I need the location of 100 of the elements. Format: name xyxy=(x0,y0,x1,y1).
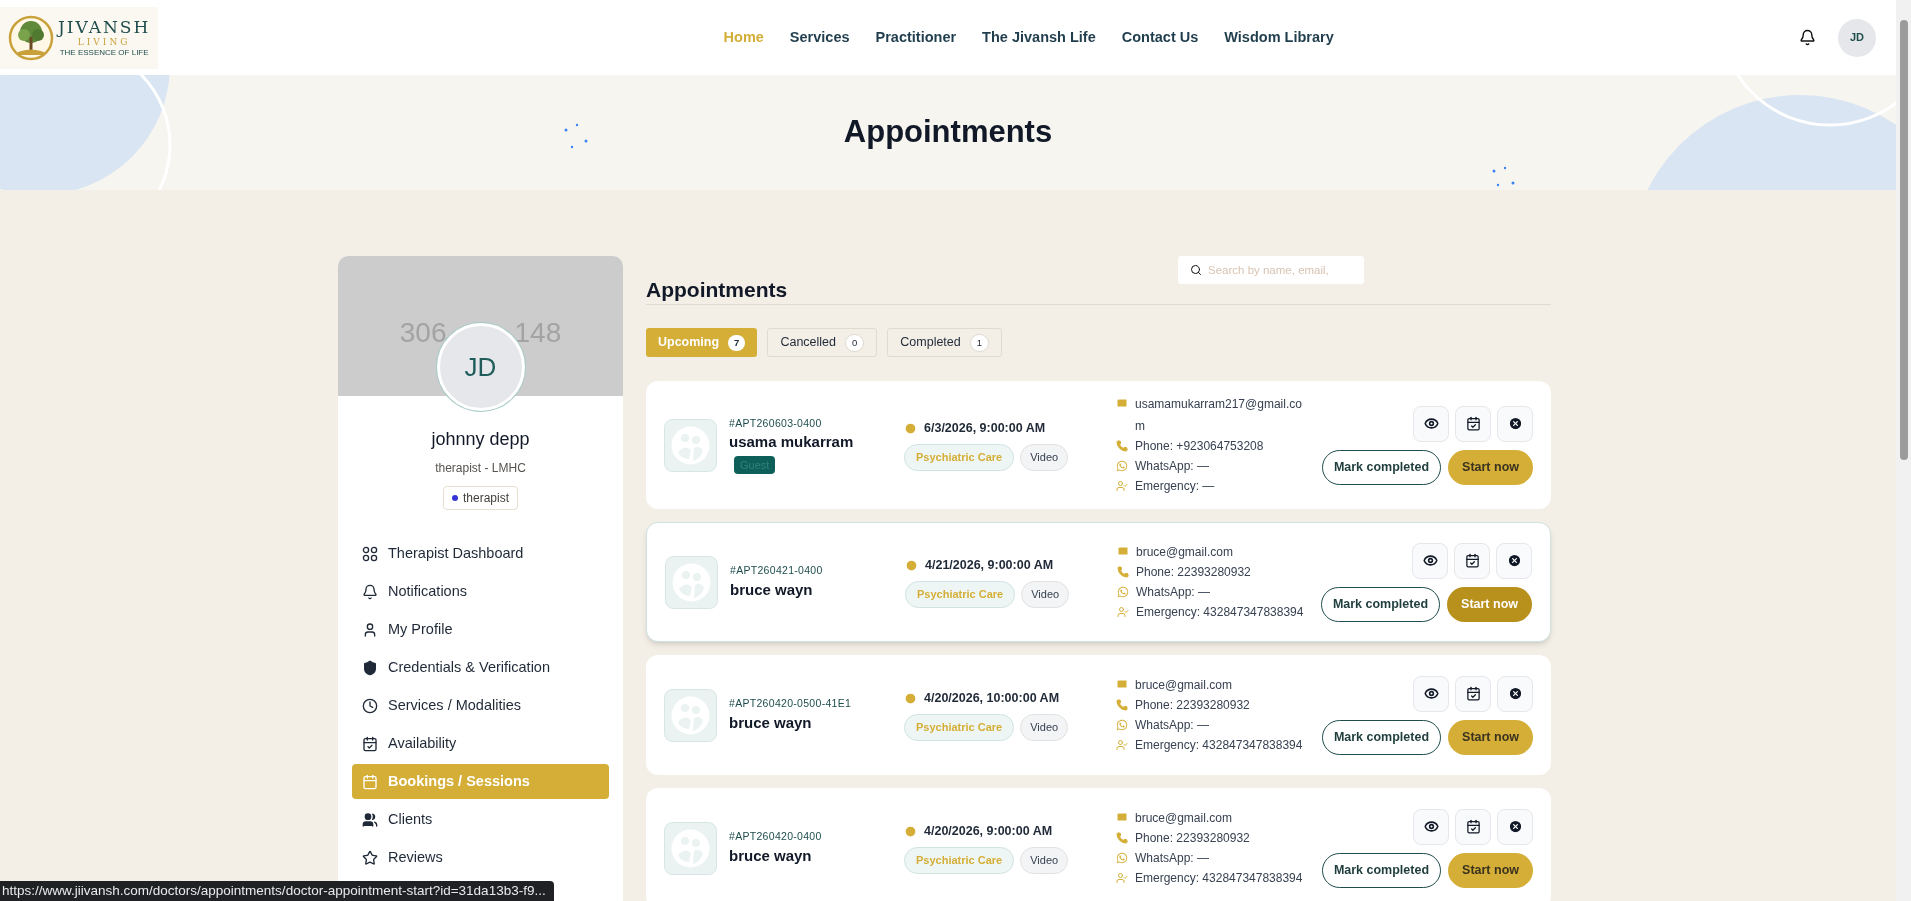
sidebar-menu-item[interactable]: Reviews xyxy=(352,840,609,875)
mark-completed-button[interactable]: Mark completed xyxy=(1320,586,1441,622)
filter-tab[interactable]: Completed 1 xyxy=(887,328,1003,357)
mark-completed-button[interactable]: Mark completed xyxy=(1321,449,1442,485)
cancel-button[interactable] xyxy=(1496,542,1532,579)
search-icon xyxy=(1190,264,1202,276)
cancel-button[interactable] xyxy=(1497,808,1533,845)
appointment-datetime: 4/20/2026, 9:00:00 AM xyxy=(924,823,1053,841)
notification-bell-icon[interactable] xyxy=(1799,29,1816,46)
nav-link[interactable]: Services xyxy=(789,26,850,49)
tree-logo-icon xyxy=(8,14,54,61)
filter-tab[interactable]: Upcoming 7 xyxy=(646,328,758,357)
profile-name: johnny depp xyxy=(431,428,530,451)
profile-subtitle: therapist - LMHC xyxy=(435,460,526,477)
emergency-contact: Emergency: 432847347838394 xyxy=(1135,737,1303,754)
client-name: bruce wayn xyxy=(729,845,813,866)
grid-icon xyxy=(362,545,378,562)
mode-tag: Video xyxy=(1020,847,1069,874)
sidebar-menu-item[interactable]: Clients xyxy=(352,802,609,837)
calendar-icon xyxy=(362,773,378,790)
mode-tag: Video xyxy=(1020,444,1069,471)
nav-link[interactable]: Wisdom Library xyxy=(1224,26,1334,49)
calendar-icon xyxy=(1465,819,1481,834)
client-whatsapp: WhatsApp: — xyxy=(1135,850,1210,867)
phone-icon xyxy=(1117,566,1129,578)
phone-icon xyxy=(1116,699,1128,711)
nav-link[interactable]: Contact Us xyxy=(1121,26,1199,49)
sidebar-menu-item[interactable]: My Profile xyxy=(352,612,609,647)
reschedule-button[interactable] xyxy=(1454,542,1490,579)
view-button[interactable] xyxy=(1412,542,1448,579)
client-email: bruce@gmail.com xyxy=(1136,544,1233,561)
reschedule-button[interactable] xyxy=(1455,808,1491,845)
client-email: bruce@gmail.com xyxy=(1135,677,1232,694)
emergency-contact: Emergency: 432847347838394 xyxy=(1136,604,1304,621)
nav-link[interactable]: Practitioner xyxy=(875,26,957,49)
appointment-id: #APT260420-0400 xyxy=(729,828,823,844)
eye-icon xyxy=(1423,819,1439,834)
whatsapp-icon xyxy=(1116,719,1128,731)
sidebar-menu-item[interactable]: Availability xyxy=(352,726,609,761)
eye-icon xyxy=(1422,553,1438,568)
emergency-contact: Emergency: — xyxy=(1135,478,1215,495)
logo-tagline: THE ESSENCE OF LIFE xyxy=(59,48,149,57)
mark-completed-button[interactable]: Mark completed xyxy=(1321,852,1442,888)
client-phone: Phone: 22393280932 xyxy=(1136,564,1251,581)
appointment-id: #APT260603-0400 xyxy=(729,415,823,431)
search-field[interactable]: Search by name, email, xyxy=(1178,256,1364,284)
appointment-id: #APT260421-0400 xyxy=(730,562,824,578)
reschedule-button[interactable] xyxy=(1455,405,1491,442)
client-name: bruce wayn xyxy=(729,712,813,733)
nav-link[interactable]: The Jivansh Life xyxy=(982,26,1096,49)
star-icon xyxy=(362,849,378,866)
close-icon xyxy=(1506,553,1522,568)
status-url-tooltip: https://www.jiivansh.com/doctors/appointments/doctor-appointment-start?id=31da13b3-f9... xyxy=(0,881,554,901)
cancel-button[interactable] xyxy=(1497,675,1533,712)
reschedule-button[interactable] xyxy=(1455,675,1491,712)
scrollbar[interactable] xyxy=(1896,0,1911,901)
start-now-button[interactable]: Start now xyxy=(1448,719,1533,755)
appointment-id: #APT260420-0500-41E1 xyxy=(729,695,853,711)
client-avatar-icon xyxy=(664,418,717,472)
sidebar-menu-item[interactable]: Services / Modalities xyxy=(352,688,609,723)
filter-tab[interactable]: Cancelled 0 xyxy=(767,328,878,357)
page-title: Appointments xyxy=(843,113,1053,152)
mark-completed-button[interactable]: Mark completed xyxy=(1321,719,1442,755)
eye-icon xyxy=(1423,686,1439,701)
cancel-button[interactable] xyxy=(1497,405,1533,442)
client-whatsapp: WhatsApp: — xyxy=(1135,717,1210,734)
start-now-button[interactable]: Start now xyxy=(1448,852,1533,888)
count-badge: 1 xyxy=(969,333,990,352)
view-button[interactable] xyxy=(1413,808,1449,845)
appointment-datetime: 4/20/2026, 10:00:00 AM xyxy=(924,690,1060,708)
user-icon xyxy=(362,621,378,638)
client-avatar-icon xyxy=(665,555,718,609)
whatsapp-icon xyxy=(1116,460,1128,472)
emergency-contact: Emergency: 432847347838394 xyxy=(1135,870,1303,887)
client-avatar-icon xyxy=(664,688,717,742)
count-badge: 7 xyxy=(728,334,746,351)
whatsapp-icon xyxy=(1116,852,1128,864)
sidebar-menu-item[interactable]: Therapist Dashboard xyxy=(352,536,609,571)
service-tag: Psychiatric Care xyxy=(904,714,1015,741)
calendar-icon xyxy=(1465,416,1481,431)
user-avatar[interactable]: JD xyxy=(1838,18,1876,57)
client-phone: Phone: 22393280932 xyxy=(1135,830,1250,847)
start-now-button[interactable]: Start now xyxy=(1448,449,1533,485)
shield-icon xyxy=(362,659,378,676)
close-icon xyxy=(1507,819,1523,834)
client-email: bruce@gmail.com xyxy=(1135,810,1232,827)
phone-icon xyxy=(1116,440,1128,452)
calendar-icon xyxy=(1465,686,1481,701)
client-whatsapp: WhatsApp: — xyxy=(1136,584,1211,601)
service-tag: Psychiatric Care xyxy=(904,847,1015,874)
sidebar-menu-item[interactable]: Notifications xyxy=(352,574,609,609)
sidebar-menu-item[interactable]: Credentials & Verification xyxy=(352,650,609,685)
client-phone: Phone: +923064753208 xyxy=(1135,438,1264,455)
view-button[interactable] xyxy=(1413,675,1449,712)
view-button[interactable] xyxy=(1413,405,1449,442)
bell-icon xyxy=(362,583,378,600)
mode-tag: Video xyxy=(1020,714,1069,741)
count-badge: 0 xyxy=(845,333,865,352)
mode-tag: Video xyxy=(1021,581,1070,608)
role-label: therapist xyxy=(463,490,509,507)
